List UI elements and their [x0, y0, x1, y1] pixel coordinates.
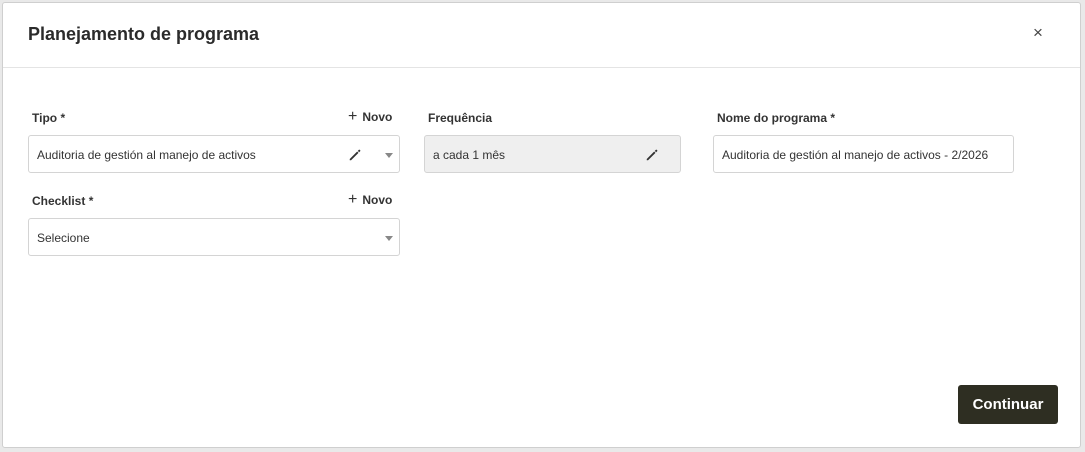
tipo-value: Auditoria de gestión al manejo de activo…: [37, 148, 256, 162]
checklist-new-button[interactable]: + Novo: [348, 191, 393, 208]
nome-programa-input[interactable]: Auditoria de gestión al manejo de activo…: [713, 135, 1014, 173]
tipo-select[interactable]: Auditoria de gestión al manejo de activo…: [28, 135, 400, 173]
tipo-new-label: Novo: [362, 110, 393, 124]
caret-down-icon[interactable]: [385, 153, 393, 158]
continue-button[interactable]: Continuar: [958, 385, 1058, 424]
caret-down-icon[interactable]: [385, 236, 393, 241]
checklist-label: Checklist *: [32, 194, 94, 208]
nome-programa-value: Auditoria de gestión al manejo de activo…: [722, 148, 989, 162]
plus-icon: +: [348, 108, 358, 125]
pencil-icon[interactable]: [645, 148, 659, 162]
checklist-select[interactable]: Selecione: [28, 218, 400, 256]
checklist-new-label: Novo: [362, 193, 393, 207]
frequencia-field: a cada 1 mês: [424, 135, 681, 173]
dialog-title: Planejamento de programa: [28, 24, 260, 44]
dialog-header: Planejamento de programa ×: [3, 3, 1080, 68]
plus-icon: +: [348, 191, 358, 208]
pencil-icon[interactable]: [348, 148, 362, 162]
tipo-label: Tipo *: [32, 111, 66, 125]
frequencia-label: Frequência: [428, 111, 493, 125]
frequencia-value: a cada 1 mês: [433, 148, 506, 162]
checklist-value: Selecione: [37, 231, 90, 245]
program-planning-dialog: Planejamento de programa × Tipo * + Novo…: [2, 2, 1081, 448]
nome-programa-label: Nome do programa *: [717, 111, 836, 125]
close-icon[interactable]: ×: [1030, 24, 1046, 41]
tipo-new-button[interactable]: + Novo: [348, 108, 393, 125]
